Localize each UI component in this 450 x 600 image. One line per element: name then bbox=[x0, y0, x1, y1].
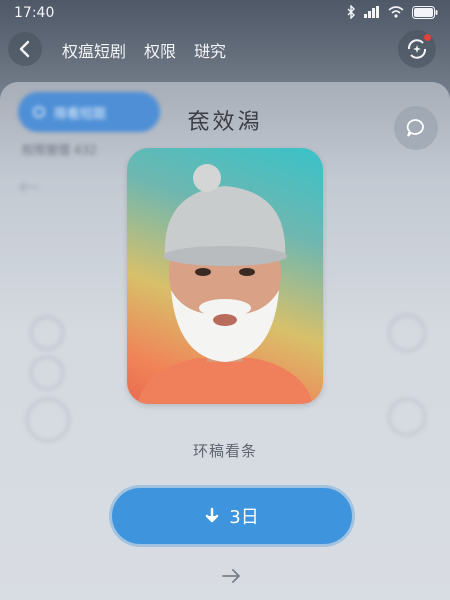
status-icons bbox=[346, 4, 438, 23]
popup-dialog: 奃效潟 环稿看条 3日 bbox=[0, 96, 450, 600]
popup-caption: 环稿看条 bbox=[192, 442, 257, 460]
tab-explore[interactable]: 琎究 bbox=[194, 38, 226, 62]
download-button[interactable]: 3日 bbox=[112, 488, 352, 544]
download-button-label: 3日 bbox=[229, 507, 259, 528]
next-arrow-button[interactable] bbox=[218, 564, 246, 588]
portrait-image bbox=[127, 148, 323, 404]
tab-short-drama[interactable]: 权瘟短剧 bbox=[62, 38, 126, 62]
nav-tabs: 权瘟短剧 权限 琎究 bbox=[62, 38, 226, 62]
bluetooth-icon bbox=[346, 4, 356, 23]
notification-dot bbox=[424, 34, 431, 41]
top-nav: 权瘟短剧 权限 琎究 bbox=[0, 28, 450, 72]
status-bar: 17:40 bbox=[0, 0, 450, 26]
chevron-left-icon bbox=[19, 40, 30, 58]
tab-permissions[interactable]: 权限 bbox=[144, 38, 176, 62]
status-time: 17:40 bbox=[14, 5, 55, 21]
back-button[interactable] bbox=[8, 32, 42, 66]
signal-icon bbox=[364, 6, 380, 22]
battery-icon bbox=[412, 5, 438, 23]
portrait-illustration bbox=[137, 164, 313, 404]
wifi-icon bbox=[388, 6, 404, 22]
popup-title: 奃效潟 bbox=[187, 110, 263, 135]
arrow-right-icon bbox=[222, 569, 240, 583]
ai-assistant-button[interactable] bbox=[398, 30, 436, 68]
download-arrow-icon bbox=[206, 507, 219, 523]
